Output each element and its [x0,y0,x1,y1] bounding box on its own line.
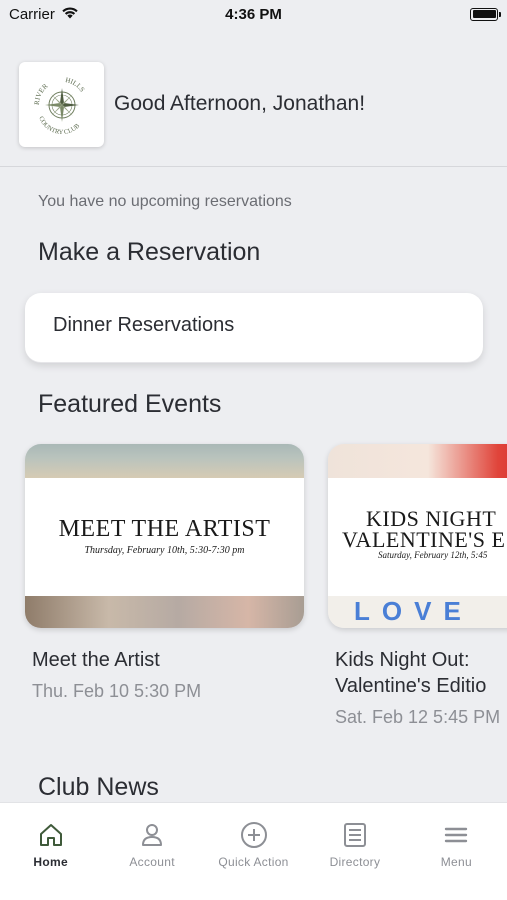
event-banner: KIDS NIGHT VALENTINE'S E Saturday, Febru… [328,478,507,596]
home-icon [39,824,62,846]
tab-quick-action[interactable]: Quick Action [203,803,304,900]
svg-text:HILLS: HILLS [64,76,86,94]
event-image-bottom: LOVE [328,596,507,628]
dinner-reservations-button[interactable]: Dinner Reservations [25,293,483,363]
plus-circle-icon [240,822,267,848]
event-banner-title-1: KIDS NIGHT [366,506,497,531]
event-image-top [328,444,507,478]
club-logo: RIVER HILLS COUNTRY CLUB [19,62,104,147]
tab-home[interactable]: Home [0,803,101,900]
greeting-text: Good Afternoon, Jonathan! [114,92,366,115]
user-icon [142,824,163,846]
event-banner-title-2: VALENTINE'S E [342,527,506,552]
love-letters: LOVE [354,596,473,626]
status-time: 4:36 PM [225,5,282,23]
tab-home-label: Home [33,855,68,869]
tab-directory[interactable]: Directory [304,803,405,900]
event-banner-title: MEET THE ARTIST [58,516,271,542]
battery-icon [470,7,501,21]
tab-quick-action-label: Quick Action [218,855,289,869]
tab-menu-label: Menu [440,855,472,869]
no-reservations-text: You have no upcoming reservations [38,193,292,210]
event-banner-subtitle: Thursday, February 10th, 5:30-7:30 pm [84,545,245,556]
svg-text:RIVER: RIVER [32,82,49,105]
compass-logo-icon: RIVER HILLS COUNTRY CLUB [32,76,86,136]
event-name-line-2: Valentine's Editio [335,675,487,697]
header: RIVER HILLS COUNTRY CLUB Good Afternoon,… [0,50,507,167]
make-reservation-title: Make a Reservation [38,238,261,266]
event-image-bottom [25,596,304,628]
event-card-kids-night[interactable]: KIDS NIGHT VALENTINE'S E Saturday, Febru… [328,444,507,628]
club-news-title: Club News [38,773,159,801]
featured-events-title: Featured Events [38,390,222,418]
tab-account-label: Account [129,855,175,869]
directory-icon [343,823,366,847]
event-image-top [25,444,304,478]
event-card-meet-the-artist[interactable]: MEET THE ARTIST Thursday, February 10th,… [25,444,304,628]
tab-bar: Home Account Quick Action Directory Menu [0,802,507,900]
event-name-line-1: Kids Night Out: [335,649,470,671]
dinner-reservations-label: Dinner Reservations [53,314,235,336]
event-date: Thu. Feb 10 5:30 PM [32,681,202,701]
tab-account[interactable]: Account [101,803,202,900]
menu-icon [445,827,468,843]
tab-directory-label: Directory [329,855,381,869]
tab-menu[interactable]: Menu [406,803,507,900]
event-name: Meet the Artist [32,649,160,671]
event-date: Sat. Feb 12 5:45 PM [335,707,501,727]
event-banner: MEET THE ARTIST Thursday, February 10th,… [25,478,304,596]
status-bar: Carrier 4:36 PM [0,0,507,28]
svg-text:COUNTRY CLUB: COUNTRY CLUB [37,115,81,136]
